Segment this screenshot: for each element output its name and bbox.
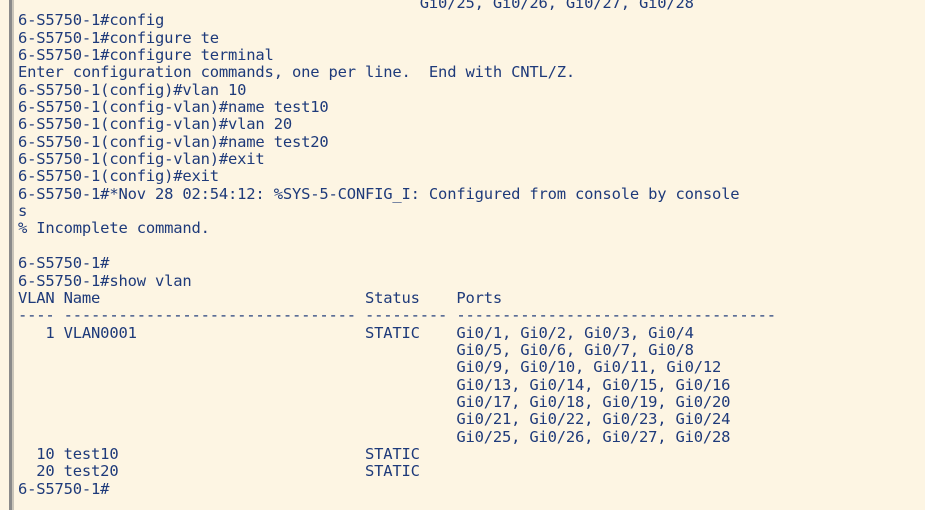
vlan-table-header: VLAN Name Status Ports xyxy=(18,288,502,307)
terminal-line: 6-S5750-1(config-vlan)#name test10 xyxy=(18,98,329,117)
vlan-table-row: 1 VLAN0001 STATIC Gi0/1, Gi0/2, Gi0/3, G… xyxy=(18,323,694,342)
terminal-output[interactable]: Gi0/25, Gi0/26, Gi0/27, Gi0/28 6-S5750-1… xyxy=(18,0,918,510)
vlan-table-row: Gi0/17, Gi0/18, Gi0/19, Gi0/20 xyxy=(18,392,731,411)
terminal-line: % Incomplete command. xyxy=(18,219,210,238)
vlan-table-row: Gi0/21, Gi0/22, Gi0/23, Gi0/24 xyxy=(18,410,731,429)
terminal-line: 6-S5750-1(config-vlan)#exit xyxy=(18,150,265,169)
terminal-line: 6-S5750-1(config-vlan)#vlan 20 xyxy=(18,115,292,134)
vlan-table-separator: ---- -------------------------------- --… xyxy=(18,306,776,325)
terminal-line: Enter configuration commands, one per li… xyxy=(18,63,576,82)
vlan-table-row: Gi0/13, Gi0/14, Gi0/15, Gi0/16 xyxy=(18,375,731,394)
vlan-table-row: Gi0/5, Gi0/6, Gi0/7, Gi0/8 xyxy=(18,340,694,359)
terminal-prompt: 6-S5750-1# xyxy=(18,479,110,498)
terminal-line: 6-S5750-1#configure te xyxy=(18,28,219,47)
terminal-line: 6-S5750-1(config)#vlan 10 xyxy=(18,80,247,99)
terminal-line: 6-S5750-1#show vlan xyxy=(18,271,192,290)
vlan-table-row: Gi0/9, Gi0/10, Gi0/11, Gi0/12 xyxy=(18,358,722,377)
vlan-table-row: Gi0/25, Gi0/26, Gi0/27, Gi0/28 xyxy=(18,427,731,446)
terminal-line: 6-S5750-1#configure terminal xyxy=(18,46,274,65)
terminal-line: 6-S5750-1(config-vlan)#name test20 xyxy=(18,132,329,151)
terminal-line: 6-S5750-1# xyxy=(18,254,110,273)
terminal-line: s xyxy=(18,202,28,221)
vlan-table-row: 10 test10 STATIC xyxy=(18,444,420,463)
terminal-line: 6-S5750-1(config)#exit xyxy=(18,167,219,186)
terminal-line: 6-S5750-1#*Nov 28 02:54:12: %SYS-5-CONFI… xyxy=(18,184,740,203)
window-left-border-highlight xyxy=(12,0,14,510)
vlan-table-row: 20 test20 STATIC xyxy=(18,462,420,481)
terminal-line: 6-S5750-1#config xyxy=(18,11,165,30)
